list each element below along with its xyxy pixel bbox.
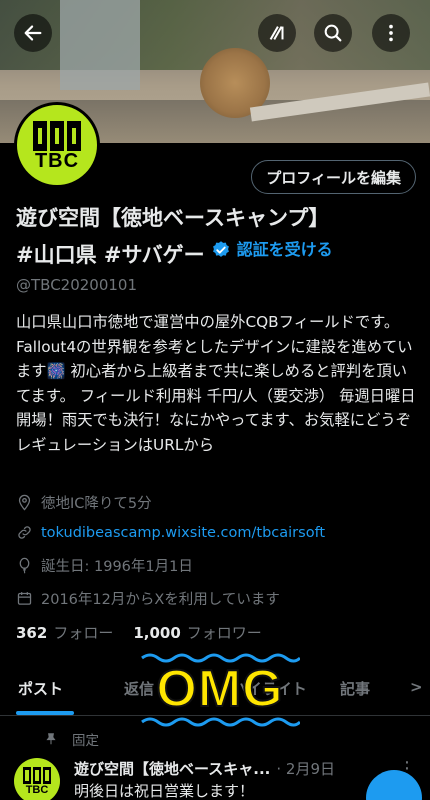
profile-name-line1: 遊び空間【徳地ベースキャンプ】 bbox=[16, 206, 330, 230]
profile-avatar[interactable]: TBC bbox=[14, 102, 100, 188]
post-avatar-logo-bars bbox=[23, 766, 51, 784]
wave-bottom-decoration bbox=[141, 717, 300, 727]
profile-bio: 山口県山口市徳地で運営中の屋外CQBフィールドです。 Fallout4の世界観を… bbox=[16, 313, 416, 454]
tab-scroll-right[interactable]: > bbox=[410, 678, 423, 696]
arrow-left-icon bbox=[24, 25, 42, 41]
profile-name: 遊び空間【徳地ベースキャンプ】 #山口県 #サバゲー 認証を受ける bbox=[16, 202, 416, 271]
profile-handle: @TBC20200101 bbox=[16, 276, 138, 294]
verified-badge-icon bbox=[212, 241, 229, 257]
post-author-name[interactable]: 遊び空間【徳地ベースキャ... bbox=[74, 760, 270, 778]
profile-website[interactable]: tokudibeascamp.wixsite.com/tbcairsoft bbox=[16, 524, 325, 541]
grok-button[interactable] bbox=[258, 14, 296, 52]
balloon-icon bbox=[19, 557, 30, 574]
edit-profile-button[interactable]: プロフィールを編集 bbox=[251, 160, 416, 194]
following-link[interactable]: 362 フォロー bbox=[16, 622, 113, 643]
profile-name-line2: #山口県 #サバゲー 認証を受ける bbox=[16, 234, 416, 271]
search-button[interactable] bbox=[314, 14, 352, 52]
more-button[interactable] bbox=[372, 14, 410, 52]
profile-birthday: 誕生日: 1996年1月1日 bbox=[16, 555, 193, 576]
grok-icon bbox=[269, 26, 284, 40]
omg-sticker: OMG bbox=[140, 652, 300, 728]
profile-joined: 2016年12月からXを利用しています bbox=[16, 588, 280, 609]
post-header: 遊び空間【徳地ベースキャ... · 2月9日 bbox=[74, 758, 394, 779]
website-link[interactable]: tokudibeascamp.wixsite.com/tbcairsoft bbox=[41, 525, 325, 541]
avatar-logo-bars bbox=[33, 121, 81, 151]
get-verified-link[interactable]: 認証を受ける bbox=[211, 234, 333, 266]
post-avatar[interactable]: TBC bbox=[14, 758, 60, 800]
post-text: 明後日は祝日営業します！ bbox=[74, 782, 255, 800]
more-vertical-icon bbox=[389, 24, 393, 42]
active-tab-indicator bbox=[16, 711, 74, 715]
avatar-logo-text: TBC bbox=[34, 150, 80, 172]
back-button[interactable] bbox=[14, 14, 52, 52]
followers-link[interactable]: 1,000 フォロワー bbox=[133, 622, 261, 643]
post-date[interactable]: · 2月9日 bbox=[276, 760, 335, 778]
get-verified-label: 認証を受ける bbox=[236, 240, 333, 259]
tab-articles[interactable]: 記事 bbox=[340, 678, 370, 699]
profile-location: 徳地IC降りて5分 bbox=[16, 492, 152, 513]
banner-shed bbox=[60, 0, 140, 90]
follow-counts: 362 フォロー 1,000 フォロワー bbox=[16, 622, 262, 643]
link-icon bbox=[18, 526, 31, 539]
omg-text: OMG bbox=[155, 659, 284, 719]
search-icon bbox=[324, 24, 342, 42]
post-avatar-logo-text: TBC bbox=[25, 783, 49, 796]
pin-icon bbox=[46, 733, 56, 745]
calendar-icon bbox=[17, 592, 32, 605]
location-pin-icon bbox=[18, 494, 31, 511]
tab-posts[interactable]: ポスト bbox=[18, 678, 63, 699]
pinned-indicator: 固定 bbox=[44, 729, 99, 749]
